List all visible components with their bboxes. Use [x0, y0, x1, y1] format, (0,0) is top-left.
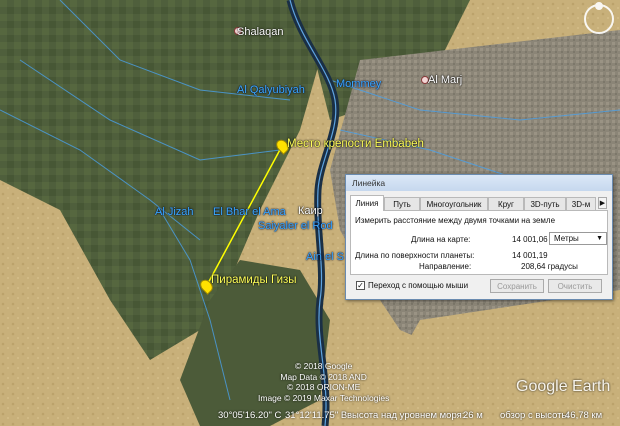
place-label-cairo: Каир	[298, 205, 323, 217]
ruler-dialog-title[interactable]: Линейка	[346, 175, 612, 191]
units-dropdown-value: Метры	[554, 234, 579, 243]
save-button[interactable]: Сохранить	[490, 279, 544, 293]
heading-value: 208,64 градусы	[521, 262, 578, 271]
map-length-label: Длина на карте:	[411, 235, 471, 244]
tab-path[interactable]: Путь	[384, 197, 420, 210]
place-label-saiyaler-el-rod: Saiyaler el Rod	[258, 220, 333, 232]
heading-label: Направление:	[419, 262, 472, 271]
ruler-tabs: Линия Путь Многоугольник Круг 3D-путь 3D…	[350, 195, 608, 211]
mouse-navigation-label: Переход с помощью мыши	[368, 281, 469, 290]
elevation-label: высота над уровнем моря:	[347, 410, 465, 421]
status-bar: 30°05'16.20" С 31°12'11.75" В высота над…	[0, 406, 620, 426]
tab-line[interactable]: Линия	[350, 195, 384, 211]
placemark-label-giza-pyramids[interactable]: Пирамиды Гизы	[211, 274, 297, 286]
placemark-label-embabeh[interactable]: Место крепости Embabeh	[287, 138, 424, 150]
place-label-al-marj: Al Marj	[428, 74, 463, 86]
place-label-al-jizah: Al Jizah	[155, 206, 194, 218]
ground-length-label: Длина по поверхности планеты:	[355, 251, 475, 260]
ruler-dialog[interactable]: Линейка Линия Путь Многоугольник Круг 3D…	[345, 174, 613, 300]
elevation-value: 26 м	[463, 410, 483, 421]
compass-icon[interactable]	[584, 2, 614, 34]
chevron-down-icon: ▼	[596, 235, 603, 242]
ruler-line-pane: Измерить расстояние между двумя точками …	[350, 210, 608, 275]
place-label-ain-el-s: Ain el S	[306, 251, 344, 263]
clear-button[interactable]: Очистить	[548, 279, 602, 293]
longitude-readout: 31°12'11.75" В	[285, 410, 348, 421]
place-label-shalaqan: Shalaqan	[237, 26, 284, 38]
tab-polygon[interactable]: Многоугольник	[420, 197, 488, 210]
place-label-mommey: Mommey	[336, 78, 382, 90]
latitude-readout: 30°05'16.20" С	[218, 410, 282, 421]
ground-length-value: 14 001,19	[512, 251, 548, 260]
eye-altitude-value: 46,78 км	[565, 410, 603, 421]
place-label-el-bhar-el-ama: El Bhar el Ama	[213, 206, 286, 218]
eye-altitude-label: обзор с высоты	[500, 410, 569, 421]
google-earth-logo: Google Earth	[516, 378, 611, 395]
tab-3d-path[interactable]: 3D-путь	[524, 197, 566, 210]
mouse-navigation-checkbox[interactable]: ✓	[356, 281, 365, 290]
map-length-value: 14 001,06	[512, 235, 548, 244]
tab-scroll-right-icon[interactable]: ▶	[598, 197, 607, 209]
place-label-al-qalyubiyah: Al Qalyubiyah	[237, 84, 305, 96]
tab-circle[interactable]: Круг	[488, 197, 524, 210]
map-attribution: © 2018 Google Map Data © 2018 AND © 2018…	[258, 361, 390, 403]
tab-3d-polygon[interactable]: 3D-м	[566, 197, 596, 210]
units-dropdown[interactable]: Метры ▼	[549, 232, 607, 245]
ruler-description: Измерить расстояние между двумя точками …	[355, 216, 556, 225]
